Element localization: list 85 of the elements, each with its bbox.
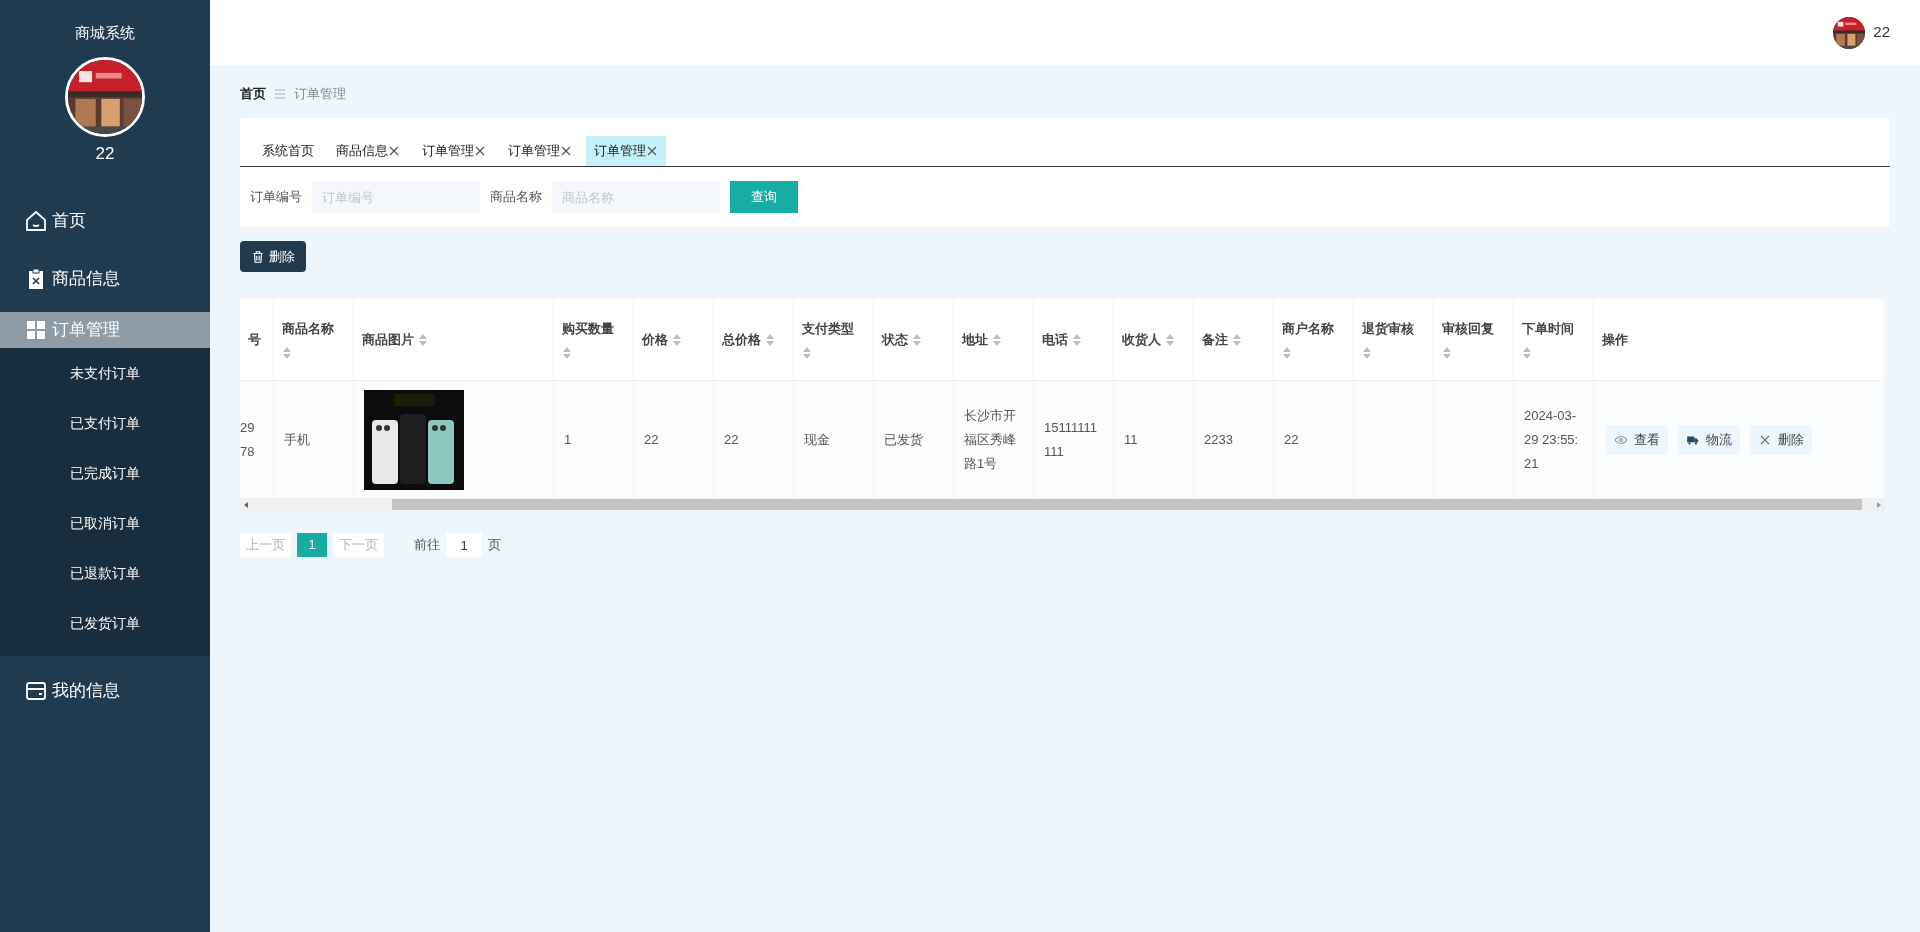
tab[interactable]: 订单管理 <box>414 136 494 166</box>
sort-icon[interactable] <box>912 332 922 347</box>
column-header: 审核回复 <box>1442 319 1494 338</box>
user-avatar[interactable] <box>1833 16 1866 49</box>
action-button[interactable]: 查看 <box>1606 424 1668 455</box>
column-header: 价格 <box>642 330 668 349</box>
sort-icon[interactable] <box>1232 332 1242 347</box>
sort-icon[interactable] <box>282 346 292 361</box>
table-cell-text: 22 <box>724 430 739 449</box>
sort-icon[interactable] <box>1072 332 1082 347</box>
submenu-item[interactable]: 已退款订单 <box>0 548 210 598</box>
separator-icon <box>274 88 286 100</box>
table-cell-text: 手机 <box>284 430 310 449</box>
goto-label: 前往 <box>414 536 440 555</box>
table-cell-text: 22 <box>1284 430 1299 449</box>
page-suffix: 页 <box>488 536 501 555</box>
tab[interactable]: 商品信息 <box>328 136 408 166</box>
sort-icon[interactable] <box>672 332 682 347</box>
field-label: 订单编号 <box>250 188 302 207</box>
breadcrumb-current: 订单管理 <box>294 85 346 104</box>
table-cell-text: 已发货 <box>884 430 923 449</box>
home-icon <box>24 209 48 233</box>
sort-icon[interactable] <box>1442 346 1452 361</box>
sort-icon[interactable] <box>1165 332 1175 347</box>
column-header: 总价格 <box>722 330 761 349</box>
sort-icon[interactable] <box>418 332 428 347</box>
scrollbar[interactable] <box>240 498 1885 511</box>
sort-icon[interactable] <box>765 332 775 347</box>
column-header: 电话 <box>1042 330 1068 349</box>
column-header: 操作 <box>1602 330 1628 349</box>
app-title: 商城系统 <box>74 23 136 43</box>
close-icon[interactable] <box>474 145 486 157</box>
table-cell-text: 15111111111 <box>1044 418 1098 461</box>
sort-icon[interactable] <box>992 332 1002 347</box>
sort-icon[interactable] <box>802 346 812 361</box>
action-button[interactable]: 删除 <box>1750 424 1812 455</box>
tab[interactable]: 系统首页 <box>254 136 322 166</box>
close-icon[interactable] <box>388 145 400 157</box>
table-cell-text: 2024-03-29 23:55:21 <box>1524 406 1580 473</box>
action-button[interactable]: 物流 <box>1678 424 1740 455</box>
sort-icon[interactable] <box>1522 346 1532 361</box>
breadcrumb-link[interactable]: 首页 <box>240 84 266 104</box>
column-header: 号 <box>248 330 261 349</box>
page-input[interactable]: 1 <box>446 533 482 557</box>
column-header: 商品名称 <box>282 319 334 338</box>
close-icon[interactable] <box>560 145 572 157</box>
field-label: 商品名称 <box>490 188 542 207</box>
column-header: 退货审核 <box>1362 319 1414 338</box>
table-cell-text: 22 <box>644 430 659 449</box>
wallet-icon <box>24 679 48 703</box>
tab[interactable]: 订单管理 <box>500 136 580 166</box>
submenu-item[interactable]: 已支付订单 <box>0 398 210 448</box>
submenu-item[interactable]: 已完成订单 <box>0 448 210 498</box>
table-cell-text: 2233 <box>1204 430 1233 449</box>
sort-icon[interactable] <box>562 346 572 361</box>
tab[interactable]: 订单管理 <box>586 136 666 166</box>
close-icon[interactable] <box>646 145 658 157</box>
table-cell-text: 1 <box>564 430 572 449</box>
table-cell-text: 11 <box>1124 430 1138 449</box>
submenu-item[interactable]: 已取消订单 <box>0 498 210 548</box>
submenu-item[interactable]: 未支付订单 <box>0 348 210 398</box>
submenu-item[interactable]: 已发货订单 <box>0 598 210 648</box>
column-header: 备注 <box>1202 330 1228 349</box>
scrollbar-thumb[interactable] <box>392 499 1862 510</box>
menu-item[interactable]: 首页 <box>0 192 210 250</box>
table-cell-text: 现金 <box>804 430 830 449</box>
column-header: 收货人 <box>1122 330 1161 349</box>
column-header: 状态 <box>882 330 908 349</box>
column-header: 商户名称 <box>1282 319 1334 338</box>
column-header: 支付类型 <box>802 319 854 338</box>
menu-item[interactable]: 商品信息 <box>0 250 210 308</box>
delete-button[interactable]: 删除 <box>240 241 306 272</box>
grid-icon <box>24 318 48 342</box>
sort-icon[interactable] <box>1362 346 1372 361</box>
menu-item[interactable]: 我的信息 <box>0 662 210 720</box>
table-cell-text: 长沙市开福区秀峰路1号 <box>964 406 1017 473</box>
table-cell-text: 29 78 <box>240 418 255 461</box>
column-header: 下单时间 <box>1522 319 1574 338</box>
sort-icon[interactable] <box>1282 346 1292 361</box>
column-header: 商品图片 <box>362 330 414 349</box>
column-header: 购买数量 <box>562 319 614 338</box>
user-name: 22 <box>1873 22 1890 43</box>
column-header: 地址 <box>962 330 988 349</box>
user-name: 22 <box>94 142 116 165</box>
trash-icon <box>251 249 265 264</box>
